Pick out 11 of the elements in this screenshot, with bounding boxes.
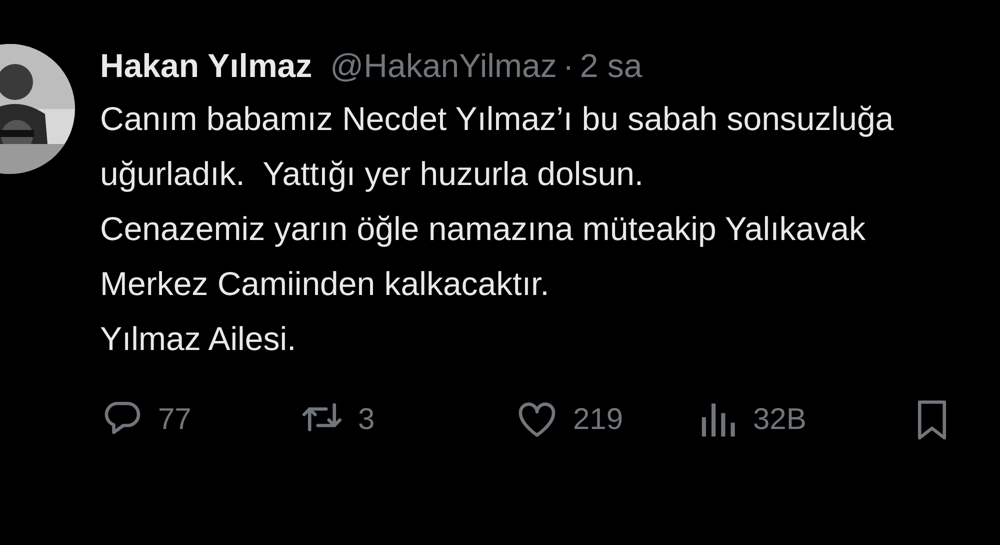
post-text: Yılmaz Ailesi.: [100, 319, 298, 359]
action-count: 77: [158, 403, 192, 437]
post-text: Canım babamız Necdet Yılmaz’ı bu sabah sonsuzluğa uğurladık. Yattığı yer huzurla dolsun.: [100, 99, 895, 194]
author-handle: @HakanYilmaz: [330, 46, 557, 86]
action-count: 219: [573, 403, 624, 437]
action-count: 3: [358, 403, 375, 437]
separator-dot: ·: [562, 46, 574, 86]
post-text: Cenazemiz yarın öğle namazına müteakip Yalıkavak Merkez Camiinden kalkacaktır.: [100, 209, 867, 304]
action-count: 32B: [753, 403, 806, 437]
post-time: 2 sa: [580, 46, 642, 86]
author-name: Hakan Yılmaz: [100, 46, 312, 86]
